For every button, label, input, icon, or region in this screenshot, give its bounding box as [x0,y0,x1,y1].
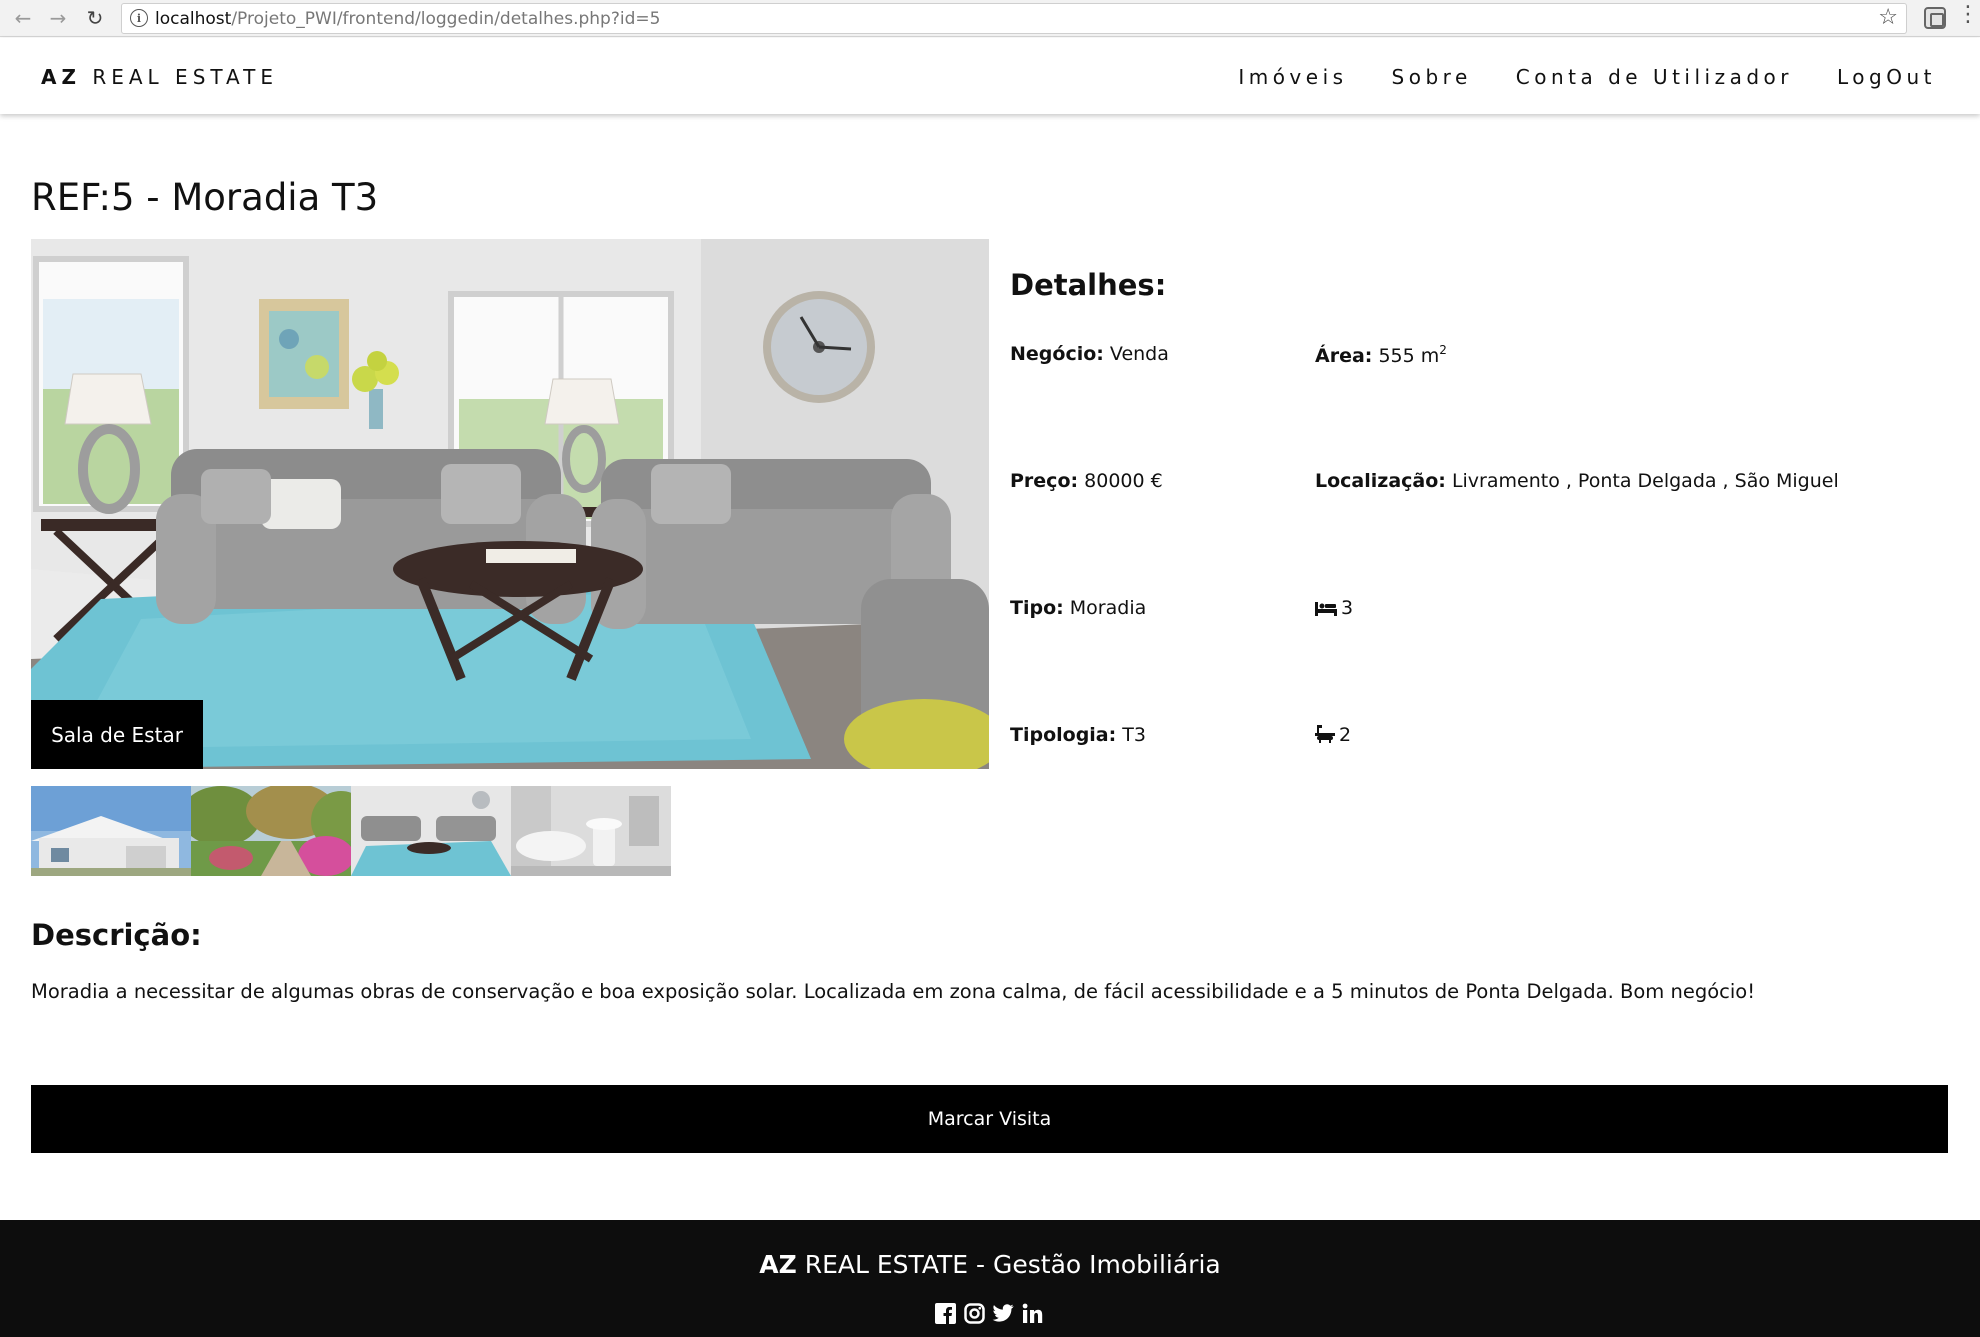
detail-localizacao: Localização: Livramento , Ponta Delgada … [1315,470,1839,492]
description-text: Moradia a necessitar de algumas obras de… [31,980,1756,1003]
nav-sobre[interactable]: Sobre [1392,65,1472,89]
bathroom-image [511,786,671,876]
area-label: Área: [1315,345,1373,367]
thumbnail-house-exterior[interactable] [31,786,191,876]
tipo-label: Tipo: [1010,597,1064,619]
living-room-thumb-image [351,786,511,876]
detail-preco: Preço: 80000 € [1010,470,1163,492]
info-icon[interactable]: i [130,9,148,27]
footer-title: AZ REAL ESTATE - Gestão Imobiliária [0,1250,1980,1279]
wc-value: 2 [1339,724,1352,746]
extension-icon[interactable] [1924,7,1946,29]
address-bar[interactable]: i localhost/Projeto_PWI/frontend/loggedi… [121,3,1907,34]
living-room-illustration [31,239,989,769]
reload-icon[interactable]: ↻ [82,5,108,31]
area-unit-sup: 2 [1439,343,1447,357]
photo-caption: Sala de Estar [31,700,203,769]
detail-quartos: 3 [1315,597,1353,621]
detail-negocio: Negócio: Venda [1010,343,1169,365]
description-heading: Descrição: [31,918,202,952]
marcar-visita-button[interactable]: Marcar Visita [31,1085,1948,1153]
quartos-value: 3 [1341,597,1354,619]
footer-brand-rest: REAL ESTATE - Gestão Imobiliária [804,1250,1221,1279]
tipologia-value: T3 [1122,724,1146,746]
instagram-icon[interactable] [963,1302,985,1324]
nav-logout[interactable]: LogOut [1837,65,1936,89]
area-value: 555 m [1378,345,1440,367]
bed-icon [1315,599,1337,621]
url-path: /Projeto_PWI/frontend/loggedin/detalhes.… [231,9,661,29]
house-exterior-image [31,786,191,876]
thumbnail-living-room[interactable] [351,786,511,876]
brand-bold: AZ [41,65,81,89]
main-photo[interactable]: Sala de Estar [31,239,989,769]
twitter-icon[interactable] [992,1302,1014,1324]
page-title: REF:5 - Moradia T3 [31,176,379,219]
bathtub-icon [1315,725,1335,748]
detail-area: Área: 555 m2 [1315,343,1447,367]
tipologia-label: Tipologia: [1010,724,1117,746]
tipo-value: Moradia [1069,597,1147,619]
preco-value: 80000 € [1084,470,1163,492]
main-nav: Imóveis Sobre Conta de Utilizador LogOut [1238,65,1936,89]
brand-rest: REAL ESTATE [92,65,279,89]
arrow-right-icon[interactable]: → [45,5,71,31]
facebook-icon[interactable] [934,1302,956,1324]
site-header: AZ REAL ESTATE Imóveis Sobre Conta de Ut… [0,38,1980,114]
negocio-value: Venda [1109,343,1169,365]
nav-conta-utilizador[interactable]: Conta de Utilizador [1516,65,1793,89]
social-links [934,1302,1043,1324]
preco-label: Preço: [1010,470,1079,492]
localizacao-value: Livramento , Ponta Delgada , São Miguel [1451,470,1839,492]
detail-tipo: Tipo: Moradia [1010,597,1146,619]
thumbnail-bathroom[interactable] [511,786,671,876]
thumbnail-strip [31,786,671,876]
thumbnail-garden[interactable] [191,786,351,876]
brand-logo[interactable]: AZ REAL ESTATE [41,65,278,89]
details-heading: Detalhes: [1010,268,1167,302]
browser-toolbar: ← → ↻ i localhost/Projeto_PWI/frontend/l… [0,0,1980,37]
localizacao-label: Localização: [1315,470,1446,492]
site-footer: AZ REAL ESTATE - Gestão Imobiliária [0,1220,1980,1337]
arrow-left-icon[interactable]: ← [10,5,36,31]
star-icon[interactable]: ☆ [1878,5,1898,30]
detail-tipologia: Tipologia: T3 [1010,724,1146,746]
url-host: localhost [155,9,232,29]
linkedin-icon[interactable] [1021,1302,1043,1324]
menu-dots-icon[interactable]: ⋮ [1957,4,1979,26]
nav-imoveis[interactable]: Imóveis [1238,65,1347,89]
negocio-label: Negócio: [1010,343,1104,365]
url-text[interactable]: localhost/Projeto_PWI/frontend/loggedin/… [155,9,660,29]
detail-wc: 2 [1315,724,1351,748]
footer-brand-bold: AZ [759,1250,797,1279]
garden-image [191,786,351,876]
